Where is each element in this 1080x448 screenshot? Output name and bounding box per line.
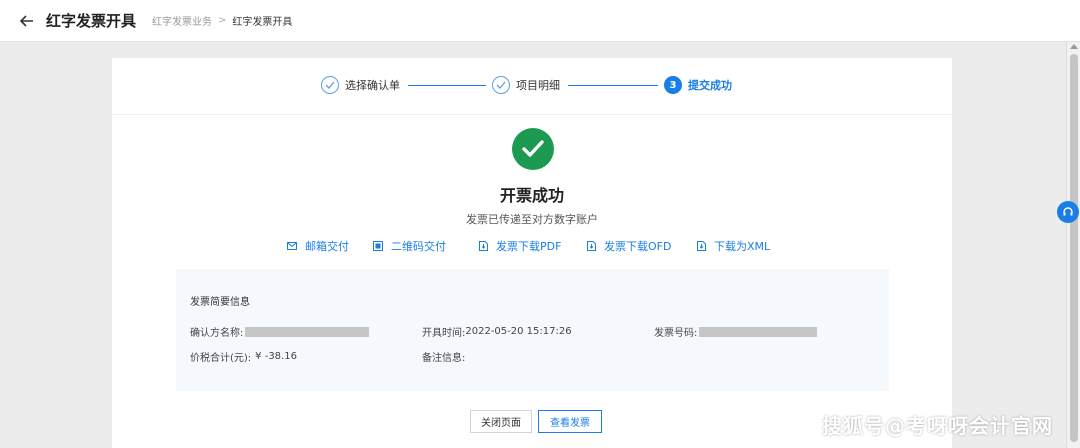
breadcrumb-separator: >: [218, 15, 227, 26]
download-xml-link[interactable]: 下载为XML: [696, 238, 770, 254]
redacted-value: [699, 326, 818, 337]
invoice-summary-panel: 发票简要信息 确认方名称: 开具时间: 2022-05-20 15:17:26 …: [176, 269, 889, 391]
scrollbar[interactable]: [1066, 42, 1080, 448]
download-icon: [478, 241, 488, 251]
download-ofd-link[interactable]: 发票下载OFD: [586, 238, 671, 254]
step-connector: [568, 85, 658, 86]
field-label: 开具时间:: [422, 328, 466, 339]
total-amount-field: 价税合计(元): ¥ -38.16: [190, 349, 297, 364]
step-label: 项目明细: [516, 79, 560, 92]
step-number-badge: 3: [664, 76, 682, 94]
customer-service-button[interactable]: [1057, 201, 1079, 223]
main-card: 选择确认单 项目明细 3 提交成功 开票成功 发票已传递至对方数字账户 邮箱交付: [112, 58, 952, 448]
check-circle-icon: [321, 76, 339, 94]
check-circle-icon: [492, 76, 510, 94]
breadcrumb-item-current: 红字发票开具: [232, 17, 293, 28]
step-connector: [408, 85, 486, 86]
action-label: 发票下载PDF: [496, 240, 562, 253]
result-subtitle: 发票已传递至对方数字账户: [466, 213, 598, 226]
summary-title: 发票简要信息: [190, 297, 250, 308]
issue-time-value: 2022-05-20 15:17:26: [465, 326, 572, 337]
field-label: 备注信息:: [422, 353, 466, 364]
mail-icon: [287, 241, 297, 251]
headset-icon: [1063, 207, 1073, 216]
field-label: 确认方名称:: [190, 328, 244, 339]
scroll-thumb[interactable]: [1070, 54, 1078, 442]
page-title: 红字发票开具: [46, 12, 137, 30]
redacted-value: [245, 326, 370, 337]
breadcrumb-item-business[interactable]: 红字发票业务: [152, 13, 212, 28]
action-label: 二维码交付: [391, 240, 446, 253]
breadcrumb: 红字发票业务 > 红字发票开具: [152, 13, 292, 28]
download-icon: [586, 241, 596, 251]
step-item-details: 项目明细: [492, 76, 560, 94]
download-icon: [696, 241, 706, 251]
action-label: 邮箱交付: [305, 240, 349, 253]
close-page-button[interactable]: 关闭页面: [470, 410, 532, 433]
action-label: 下载为XML: [714, 240, 771, 253]
success-check-icon: [512, 128, 554, 170]
total-amount-value: ¥ -38.16: [255, 351, 297, 362]
qrcode-icon: [373, 241, 383, 251]
issue-time-field: 开具时间: 2022-05-20 15:17:26: [422, 324, 572, 339]
field-label: 价税合计(元):: [190, 353, 252, 364]
buyer-name-field: 确认方名称:: [190, 324, 370, 339]
step-select-confirmation: 选择确认单: [321, 76, 400, 94]
remark-field: 备注信息:: [422, 349, 465, 364]
qrcode-delivery-link[interactable]: 二维码交付: [373, 238, 446, 254]
step-submit-success: 3 提交成功: [664, 76, 732, 94]
step-indicator: 选择确认单 项目明细 3 提交成功: [112, 58, 952, 115]
back-arrow-icon[interactable]: [18, 12, 36, 30]
result-title: 开票成功: [499, 186, 564, 205]
download-pdf-link[interactable]: 发票下载PDF: [478, 238, 561, 254]
delivery-actions: 邮箱交付 二维码交付 发票下载PDF 发票下载OFD 下载为XML: [112, 238, 952, 254]
email-delivery-link[interactable]: 邮箱交付: [287, 238, 349, 254]
step-label: 提交成功: [688, 79, 732, 92]
watermark-text: 搜狐号@考呀呀会计官网: [822, 414, 1053, 438]
view-invoice-button[interactable]: 查看发票: [538, 410, 602, 433]
step-label: 选择确认单: [345, 79, 400, 92]
field-label: 发票号码:: [654, 328, 698, 339]
scroll-up-icon[interactable]: [1070, 44, 1078, 49]
top-bar: 红字发票开具 红字发票业务 > 红字发票开具: [0, 0, 1080, 42]
action-label: 发票下载OFD: [604, 240, 672, 253]
invoice-number-field: 发票号码:: [654, 324, 818, 339]
